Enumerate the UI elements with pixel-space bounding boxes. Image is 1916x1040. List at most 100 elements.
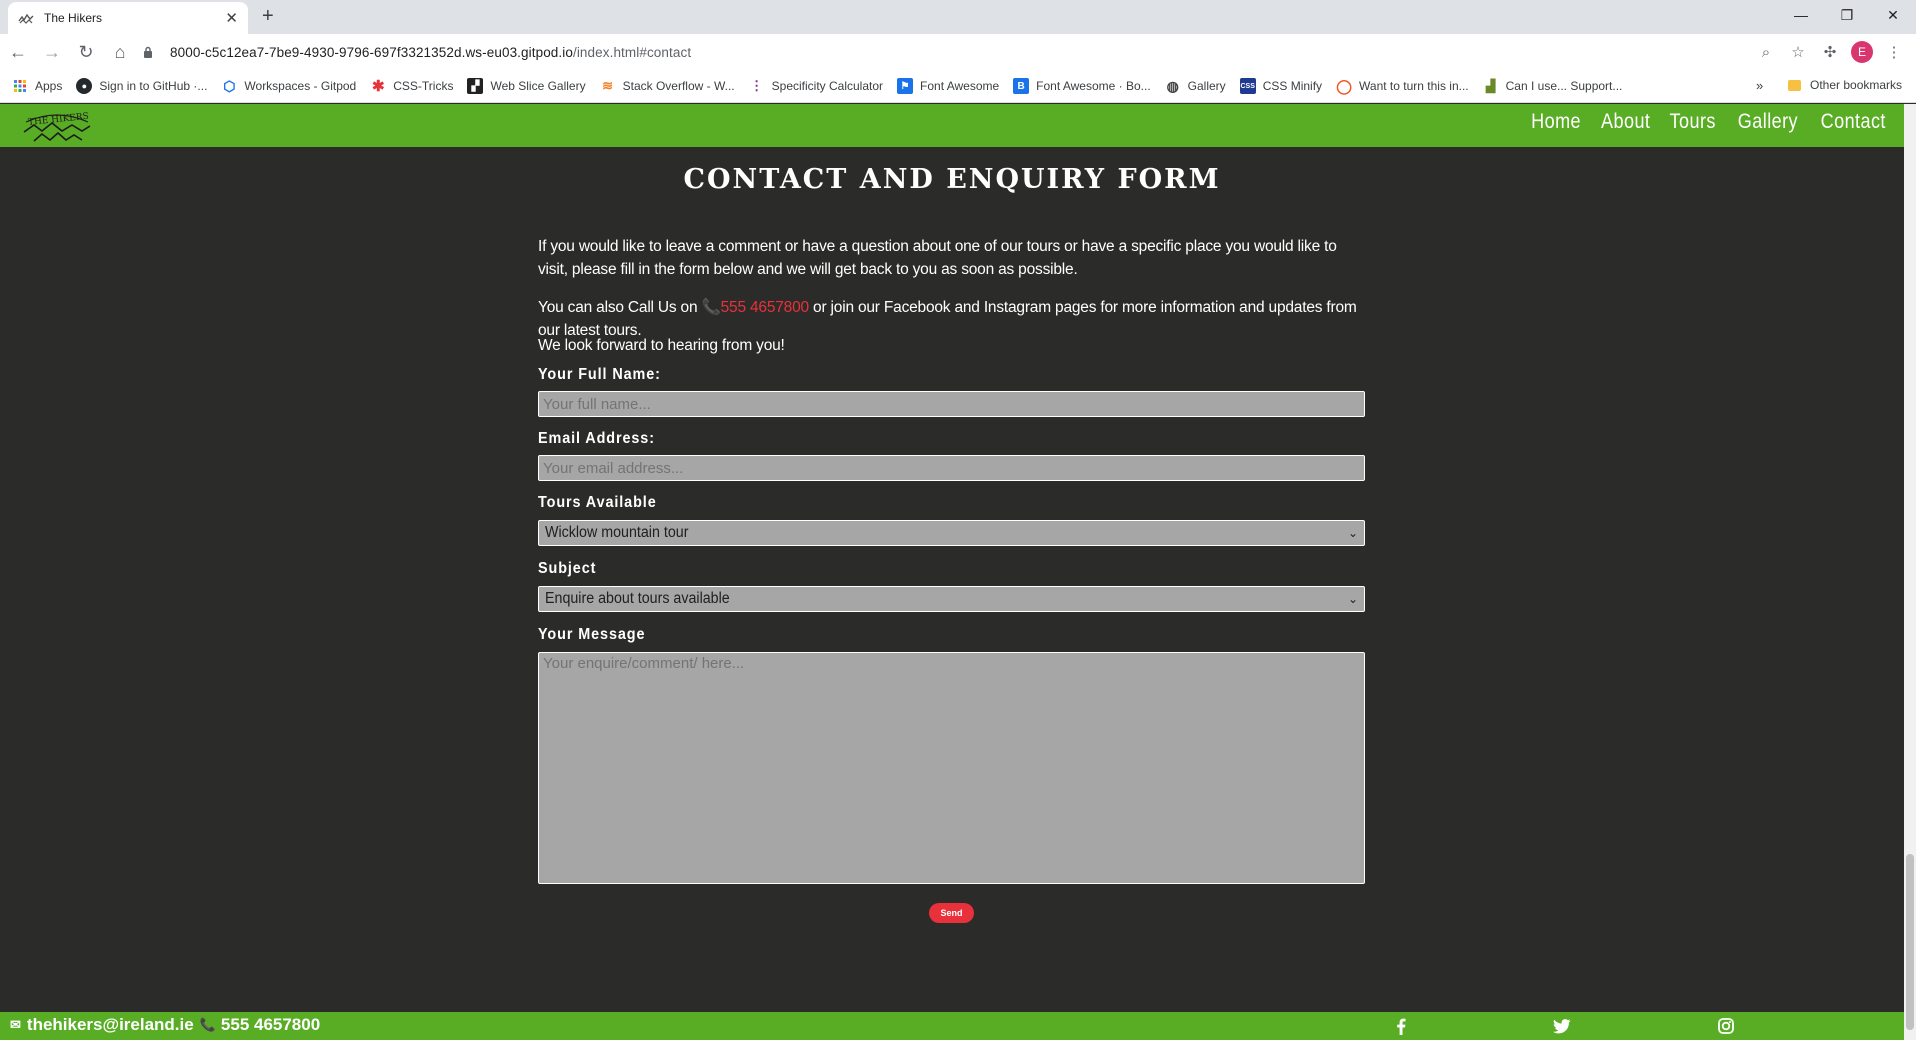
tours-select[interactable]: Wicklow mountain tour ⌄	[538, 520, 1365, 546]
menu-icon[interactable]: ⋮	[1878, 36, 1910, 68]
bookmark-css-minify[interactable]: CSS CSS Minify	[1239, 78, 1323, 94]
nav-links: Home About Tours Gallery Contact	[1523, 110, 1886, 134]
bookmark-label: CSS Minify	[1262, 79, 1323, 93]
bookmark-stackoverflow[interactable]: ≋ Stack Overflow - W...	[600, 78, 735, 94]
envelope-icon: ✉	[10, 1017, 21, 1032]
call-text-before: You can also Call Us on	[538, 299, 702, 316]
email-label: Email Address:	[538, 430, 655, 447]
footer-phone[interactable]: 555 4657800	[221, 1015, 320, 1035]
bookmark-specificity[interactable]: ⋮ Specificity Calculator	[749, 78, 883, 94]
hikers-favicon-icon	[18, 10, 34, 26]
scrollbar-thumb[interactable]	[1906, 854, 1914, 1030]
star-icon[interactable]: ☆	[1782, 36, 1814, 68]
extensions-icon[interactable]: ✣	[1814, 36, 1846, 68]
circle-icon: ◯	[1336, 77, 1352, 94]
other-bookmarks-label: Other bookmarks	[1810, 78, 1903, 92]
bookmark-gallery[interactable]: ◍ Gallery	[1165, 78, 1226, 94]
twitter-icon[interactable]	[1553, 1017, 1571, 1035]
bookmark-label: Stack Overflow - W...	[622, 79, 735, 93]
browser-toolbar: ← → ↻ ⌂ 8000-c5c12ea7-7be9-4930-9796-697…	[0, 34, 1916, 70]
page-scrollbar[interactable]	[1904, 104, 1916, 1040]
bookmark-label: Workspaces - Gitpod	[244, 79, 357, 93]
facebook-icon[interactable]	[1392, 1017, 1410, 1035]
tours-label: Tours Available	[538, 494, 657, 511]
chevron-down-icon: ⌄	[1347, 526, 1358, 540]
bookmark-bootstrap[interactable]: B Font Awesome · Bo...	[1013, 78, 1151, 94]
message-label: Your Message	[538, 626, 646, 643]
url-path: /index.html#contact	[572, 44, 692, 60]
tab-close-icon[interactable]: ✕	[225, 9, 238, 27]
bookmark-web-slice[interactable]: ▞ Web Slice Gallery	[467, 78, 586, 94]
hikers-logo[interactable]: THE HIKERS	[20, 108, 94, 144]
intro-paragraph: If you would like to leave a comment or …	[538, 238, 1337, 278]
name-label: Your Full Name:	[538, 366, 661, 383]
forward-icon[interactable]: →	[36, 36, 68, 68]
gitpod-icon: ⬡	[223, 77, 236, 94]
subject-select[interactable]: Enquire about tours available ⌄	[538, 586, 1365, 612]
bookmark-apps[interactable]: Apps	[12, 78, 62, 94]
nav-tours[interactable]: Tours	[1670, 110, 1716, 134]
nav-home[interactable]: Home	[1531, 110, 1581, 134]
restore-icon[interactable]: ❐	[1824, 0, 1870, 30]
name-input[interactable]	[538, 391, 1365, 417]
bookmarks-bar: Apps ● Sign in to GitHub ·... ⬡ Workspaces…	[0, 70, 1916, 103]
font-awesome-icon: ⚑	[897, 78, 914, 94]
bookmark-label: Want to turn this in...	[1359, 79, 1469, 93]
closing-paragraph: We look forward to hearing from you!	[538, 337, 785, 354]
email-input[interactable]	[538, 455, 1365, 481]
profile-initial: E	[1851, 41, 1873, 63]
bookmark-github[interactable]: ● Sign in to GitHub ·...	[76, 78, 207, 94]
toolbar-actions: ⌕ ☆ ✣ E ⋮	[1750, 36, 1910, 68]
reload-icon[interactable]: ↻	[70, 36, 102, 68]
phone-link[interactable]: 📞555 4657800	[701, 299, 810, 316]
other-bookmarks[interactable]: Other bookmarks	[1788, 78, 1902, 92]
tours-selected-value: Wicklow mountain tour	[545, 524, 689, 541]
bookmark-font-awesome[interactable]: ⚑ Font Awesome	[897, 78, 999, 94]
new-tab-icon[interactable]: +	[262, 6, 274, 26]
back-icon[interactable]: ←	[2, 36, 34, 68]
github-icon: ●	[76, 78, 93, 94]
url-text: 8000-c5c12ea7-7be9-4930-9796-697f3321352…	[170, 45, 691, 60]
subject-label: Subject	[538, 560, 597, 577]
footer-contact: ✉ thehikers@ireland.ie 📞 555 4657800	[10, 1015, 326, 1035]
nav-about[interactable]: About	[1601, 110, 1650, 134]
stackoverflow-icon: ≋	[602, 78, 614, 93]
phone-number: 555 4657800	[720, 299, 810, 316]
nav-contact[interactable]: Contact	[1821, 110, 1886, 134]
site-footer: ✉ thehikers@ireland.ie 📞 555 4657800	[0, 1012, 1904, 1040]
nav-gallery[interactable]: Gallery	[1738, 110, 1798, 134]
bookmark-label: Sign in to GitHub ·...	[99, 79, 208, 93]
bookmark-gitpod[interactable]: ⬡ Workspaces - Gitpod	[221, 78, 356, 94]
bookmark-label: Web Slice Gallery	[490, 79, 586, 93]
instagram-icon[interactable]	[1717, 1017, 1735, 1035]
more-bookmarks-icon[interactable]: »	[1756, 78, 1763, 93]
page-title: CONTACT AND ENQUIRY FORM	[683, 164, 1221, 195]
lock-icon[interactable]	[140, 46, 156, 58]
window-close-icon[interactable]: ✕	[1870, 0, 1916, 30]
bookmark-label: CSS-Tricks	[393, 79, 454, 93]
globe-icon: ◍	[1166, 77, 1179, 94]
apps-grid-icon	[12, 78, 28, 94]
address-bar[interactable]: 8000-c5c12ea7-7be9-4930-9796-697f3321352…	[140, 38, 1760, 66]
site-navbar: THE HIKERS Home About Tours Gallery Cont…	[0, 104, 1904, 147]
zoom-icon[interactable]: ⌕	[1750, 36, 1782, 68]
url-host: 8000-c5c12ea7-7be9-4930-9796-697f3321352…	[170, 44, 573, 60]
footer-email[interactable]: thehikers@ireland.ie	[27, 1015, 194, 1035]
bookmark-caniuse[interactable]: ▟ Can I use... Support...	[1483, 78, 1623, 94]
bookmark-label: Font Awesome · Bo...	[1036, 79, 1151, 93]
bookmark-css-tricks[interactable]: ✱ CSS-Tricks	[370, 78, 454, 95]
message-textarea[interactable]	[538, 652, 1365, 884]
bookmark-label: Can I use... Support...	[1505, 79, 1623, 93]
chevron-down-icon: ⌄	[1347, 592, 1358, 606]
browser-tab[interactable]: The Hikers ✕	[8, 2, 248, 34]
css-tricks-icon: ✱	[371, 78, 385, 95]
window-controls: — ❐ ✕	[1778, 0, 1916, 30]
minimize-icon[interactable]: —	[1778, 0, 1824, 30]
home-icon[interactable]: ⌂	[104, 36, 136, 68]
profile-avatar[interactable]: E	[1846, 36, 1878, 68]
send-button[interactable]: Send	[929, 903, 974, 923]
phone-icon: 📞	[199, 1017, 216, 1032]
bookmark-want-to-turn[interactable]: ◯ Want to turn this in...	[1336, 77, 1469, 94]
css-minify-icon: CSS	[1239, 78, 1256, 94]
phone-icon: 📞	[701, 299, 721, 316]
